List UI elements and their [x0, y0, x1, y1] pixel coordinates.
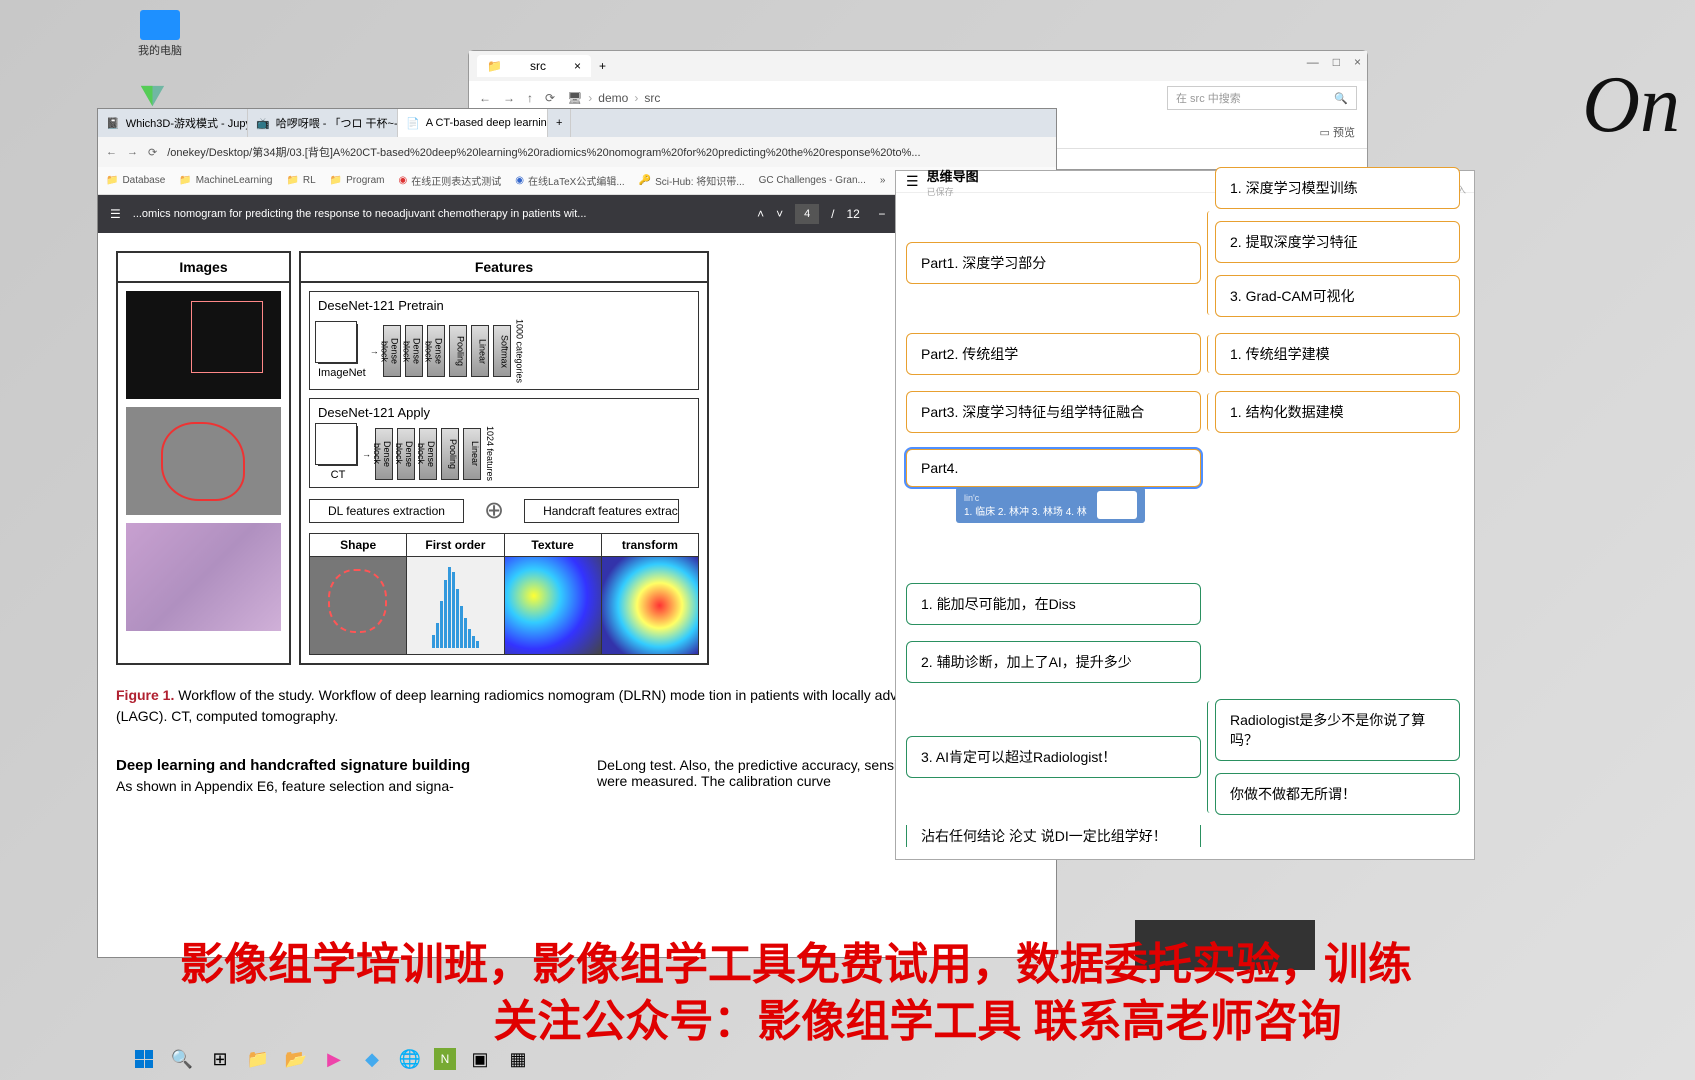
pdf-page-up[interactable]: ˄ — [757, 207, 764, 221]
bookmark-item[interactable]: 📁Database — [106, 175, 165, 186]
bookmark-item[interactable]: ◉在线LaTeX公式编辑... — [515, 173, 624, 188]
desktop-computer-label: 我的电脑 — [130, 42, 190, 58]
pdf-page-total: 12 — [847, 207, 860, 221]
desktop-computer-icon[interactable]: 我的电脑 — [130, 10, 190, 58]
bookmark-item[interactable]: GC Challenges - Gran... — [759, 175, 866, 186]
pdf-title: ...omics nomogram for predicting the res… — [133, 208, 745, 220]
mindmap-node[interactable]: 1. 深度学习模型训练 — [1215, 167, 1460, 209]
densenet-pretrain-label: DeseNet-121 Pretrain — [318, 298, 690, 313]
transform-preview — [602, 557, 698, 654]
sidebar-toggle-icon[interactable]: ☰ — [110, 207, 121, 221]
explorer-forward[interactable]: → — [503, 91, 515, 105]
mindmap-node[interactable]: 2. 提取深度学习特征 — [1215, 221, 1460, 263]
search-icon[interactable]: 🔍 — [168, 1045, 196, 1073]
mindmap-title: 思维导图 — [927, 166, 979, 185]
browser-new-tab[interactable]: + — [548, 109, 571, 137]
explorer-new-tab[interactable]: + — [599, 59, 606, 73]
texture-preview — [505, 557, 601, 654]
explorer-back[interactable]: ← — [479, 91, 491, 105]
mindmap-node[interactable]: 1. 能加尽可能加，在Diss — [906, 583, 1201, 625]
section-heading: Deep learning and handcrafted signature … — [116, 757, 557, 774]
handwriting-note: On — [1582, 60, 1680, 151]
browser-tab[interactable]: 📺哈啰呀喂 - 「つロ 干杯~-b...× — [248, 109, 398, 137]
chrome-icon[interactable]: 🌐 — [396, 1045, 424, 1073]
explorer-search[interactable]: 在 src 中搜索 🔍 — [1167, 86, 1357, 110]
mindmap-node[interactable]: 你做不做都无所谓！ — [1215, 773, 1460, 815]
overlay-banner: 影像组学培训班，影像组学工具免费试用，数据委托实验，训练 关注公众号：影像组学工… — [180, 936, 1655, 1050]
pdf-page-down[interactable]: ˅ — [776, 207, 783, 221]
mindmap-window: ☰ 思维导图 已保存 ↶撤销 ↷重做 ≡格式 ☆标记 +插入 Part1. 深度… — [895, 170, 1475, 860]
mindmap-node-part3[interactable]: Part3. 深度学习特征与组学特征融合 — [906, 391, 1201, 433]
browser-back[interactable]: ← — [106, 146, 117, 158]
bookmark-item[interactable]: 📁Program — [330, 175, 385, 186]
plus-icon: ⊕ — [484, 496, 504, 525]
shape-preview — [310, 557, 406, 654]
app-icon[interactable]: N — [434, 1048, 456, 1070]
dl-features-box: DL features extraction — [309, 499, 464, 523]
mindmap-node[interactable]: 沾右任何结论 沦丈 说DI一定比组学好！ — [906, 825, 1201, 847]
browser-tab[interactable]: 📄A CT-based deep learning ra...× — [398, 109, 548, 137]
explorer-preview[interactable]: ▭ 预览 — [1320, 124, 1355, 140]
folder-icon[interactable]: 📂 — [282, 1045, 310, 1073]
pdf-page-input[interactable] — [795, 204, 819, 224]
zoom-out-icon[interactable]: − — [872, 204, 892, 224]
ime-thumbnail — [1097, 491, 1137, 519]
features-header: Features — [301, 253, 707, 283]
mindmap-node[interactable]: Radiologist是多少不是你说了算吗？ — [1215, 699, 1460, 761]
mindmap-node-part1[interactable]: Part1. 深度学习部分 — [906, 242, 1201, 284]
browser-refresh[interactable]: ⟳ — [148, 146, 157, 159]
app-icon[interactable]: ▣ — [466, 1045, 494, 1073]
explorer-tab-close[interactable]: × — [574, 59, 581, 73]
explorer-refresh[interactable]: ⟳ — [545, 91, 555, 105]
ct-image-2 — [126, 407, 281, 515]
explorer-up[interactable]: ↑ — [527, 91, 533, 105]
start-button[interactable] — [130, 1045, 158, 1073]
mindmap-node[interactable]: 3. AI肯定可以超过Radiologist！ — [906, 736, 1201, 778]
app-icon[interactable]: ▶ — [320, 1045, 348, 1073]
search-icon: 🔍 — [1334, 92, 1348, 105]
browser-tab[interactable]: 📓Which3D-游戏模式 - Jupyter× — [98, 109, 248, 137]
explorer-maximize[interactable]: □ — [1333, 55, 1340, 69]
app-icon[interactable]: ▦ — [504, 1045, 532, 1073]
images-header: Images — [118, 253, 289, 283]
mindmap-node[interactable]: 3. Grad-CAM可视化 — [1215, 275, 1460, 317]
explorer-icon[interactable]: 📁 — [244, 1045, 272, 1073]
mindmap-node[interactable]: 2. 辅助诊断，加上了AI，提升多少 — [906, 641, 1201, 683]
mindmap-node[interactable]: 1. 结构化数据建模 — [1215, 391, 1460, 433]
explorer-minimize[interactable]: — — [1307, 55, 1319, 69]
taskbar: 🔍 ⊞ 📁 📂 ▶ ◆ 🌐 N ▣ ▦ — [120, 1038, 542, 1080]
browser-forward[interactable]: → — [127, 146, 138, 158]
hamburger-icon[interactable]: ☰ — [906, 173, 919, 190]
explorer-close[interactable]: × — [1354, 55, 1361, 69]
explorer-breadcrumb[interactable]: 🖥› demo› src — [567, 91, 1155, 105]
histology-image — [126, 523, 281, 631]
bookmark-item[interactable]: 🔑Sci-Hub: 将知识带... — [639, 173, 745, 188]
ct-image-1 — [126, 291, 281, 399]
bookmark-item[interactable]: 📁RL — [286, 175, 315, 186]
browser-tabs: 📓Which3D-游戏模式 - Jupyter× 📺哈啰呀喂 - 「つロ 干杯~… — [98, 109, 1056, 137]
mindmap-node[interactable]: 1. 传统组学建模 — [1215, 333, 1460, 375]
handcraft-features-box: Handcraft features extrac — [524, 499, 679, 523]
histogram-preview — [407, 557, 503, 654]
bookmark-item[interactable]: ◉在线正则表达式测试 — [399, 173, 502, 188]
mindmap-node-part2[interactable]: Part2. 传统组学 — [906, 333, 1201, 375]
app-icon[interactable]: ◆ — [358, 1045, 386, 1073]
ime-candidate-popup[interactable]: lin'c 1. 临床 2. 林冲 3. 林场 4. 林 — [956, 487, 1145, 523]
densenet-apply-label: DeseNet-121 Apply — [318, 405, 690, 420]
mindmap-node-part4-editing[interactable]: Part4. — [906, 449, 1201, 487]
address-bar[interactable]: /onekey/Desktop/第34期/03.[背包]A%20CT-based… — [167, 144, 1048, 160]
explorer-tab[interactable]: 📁 src × — [477, 55, 591, 77]
task-view-icon[interactable]: ⊞ — [206, 1045, 234, 1073]
bookmark-item[interactable]: 📁MachineLearning — [179, 175, 272, 186]
